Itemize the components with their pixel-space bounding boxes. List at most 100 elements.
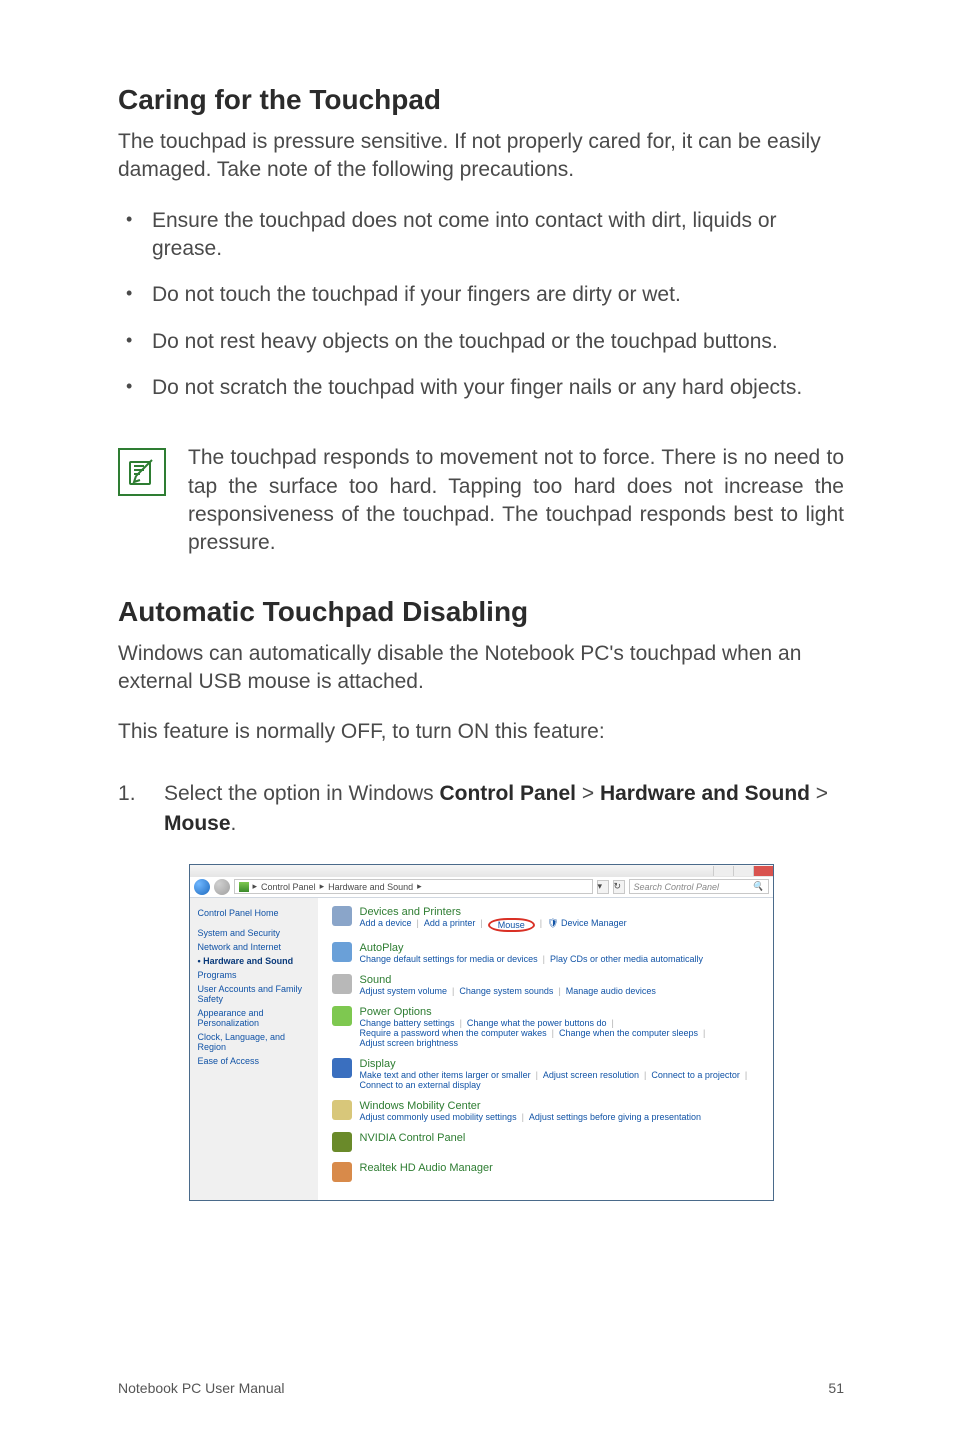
sidebar-item-programs[interactable]: Programs	[198, 968, 310, 982]
category-icon	[332, 1058, 352, 1078]
category-sublink[interactable]: Add a printer	[424, 918, 476, 932]
separator: |	[452, 986, 454, 996]
category-sublink[interactable]: Change default settings for media or dev…	[360, 954, 538, 964]
back-button[interactable]	[194, 879, 210, 895]
category-sublink[interactable]: Manage audio devices	[566, 986, 656, 996]
forward-button[interactable]	[214, 879, 230, 895]
category-icon	[332, 974, 352, 994]
breadcrumb-arrow: ▸	[320, 881, 325, 892]
sidebar-item-appearance[interactable]: Appearance and Personalization	[198, 1006, 310, 1030]
category-title[interactable]: Realtek HD Audio Manager	[360, 1162, 759, 1174]
precautions-list: Ensure the touchpad does not come into c…	[118, 207, 844, 421]
category-sublink[interactable]: Adjust settings before giving a presenta…	[529, 1112, 701, 1122]
breadcrumb-arrow: ▸	[253, 881, 258, 892]
category-title[interactable]: NVIDIA Control Panel	[360, 1132, 759, 1144]
hardware-sound-label: Hardware and Sound	[600, 782, 810, 805]
search-input[interactable]: Search Control Panel 🔍	[629, 879, 769, 894]
cp-category: Devices and PrintersAdd a device | Add a p…	[332, 906, 759, 932]
breadcrumb-seg[interactable]: Hardware and Sound	[328, 882, 413, 892]
category-icon	[332, 1100, 352, 1120]
window-titlebar	[190, 865, 773, 877]
cp-category: AutoPlayChange default settings for medi…	[332, 942, 759, 964]
category-sublink[interactable]: Change system sounds	[459, 986, 553, 996]
separator: |	[536, 1070, 538, 1080]
category-icon	[332, 1132, 352, 1152]
sidebar-item-ease-of-access[interactable]: Ease of Access	[198, 1054, 310, 1068]
control-panel-icon	[239, 882, 249, 892]
category-sublink[interactable]: Connect to a projector	[651, 1070, 740, 1080]
period: .	[231, 812, 237, 835]
category-title[interactable]: Windows Mobility Center	[360, 1100, 759, 1112]
separator: |	[552, 1028, 554, 1038]
mouse-link-highlighted[interactable]: Mouse	[488, 918, 535, 932]
sidebar-item-hardware-sound[interactable]: Hardware and Sound	[198, 954, 310, 968]
category-sublink[interactable]: 🛡 Device Manager	[547, 918, 626, 932]
list-item: Do not touch the touchpad if your finger…	[118, 281, 844, 309]
sidebar-item-user-accounts[interactable]: User Accounts and Family Safety	[198, 982, 310, 1006]
category-sublink[interactable]: Adjust commonly used mobility settings	[360, 1112, 517, 1122]
breadcrumb-seg[interactable]: Control Panel	[261, 882, 316, 892]
separator: |	[480, 918, 482, 932]
note-block: The touchpad responds to movement not to…	[118, 444, 844, 557]
category-title[interactable]: Devices and Printers	[360, 906, 759, 918]
list-item: Do not scratch the touchpad with your fi…	[118, 374, 844, 402]
separator: |	[522, 1112, 524, 1122]
category-sublink[interactable]: Change battery settings	[360, 1018, 455, 1028]
separator: |	[612, 1018, 614, 1028]
step-text: Select the option in Windows	[164, 782, 439, 805]
separator: |	[558, 986, 560, 996]
note-text: The touchpad responds to movement not to…	[188, 444, 844, 557]
close-button[interactable]	[753, 866, 773, 876]
control-panel-window: ▸ Control Panel ▸ Hardware and Sound ▸ ▾…	[189, 864, 774, 1201]
category-sublink[interactable]: Connect to an external display	[360, 1080, 481, 1090]
refresh-button[interactable]: ↻	[613, 880, 625, 894]
category-title[interactable]: Sound	[360, 974, 759, 986]
address-bar: ▸ Control Panel ▸ Hardware and Sound ▸ ▾…	[190, 877, 773, 898]
category-icon	[332, 906, 352, 926]
sidebar-item-network-internet[interactable]: Network and Internet	[198, 940, 310, 954]
auto-disable-p1: Windows can automatically disable the No…	[118, 640, 844, 697]
category-title[interactable]: AutoPlay	[360, 942, 759, 954]
list-item: Do not rest heavy objects on the touchpa…	[118, 328, 844, 356]
mouse-label: Mouse	[164, 812, 231, 835]
category-title[interactable]: Power Options	[360, 1006, 759, 1018]
auto-disable-p2: This feature is normally OFF, to turn ON…	[118, 718, 844, 746]
category-sublinks: Adjust system volume | Change system sound…	[360, 986, 759, 996]
gt: >	[810, 782, 828, 805]
category-sublink[interactable]: Change when the computer sleeps	[559, 1028, 698, 1038]
breadcrumb-arrow: ▸	[417, 881, 422, 892]
search-placeholder: Search Control Panel	[634, 882, 720, 892]
category-sublink[interactable]: Add a device	[360, 918, 412, 932]
cp-category: SoundAdjust system volume | Change system …	[332, 974, 759, 996]
category-title[interactable]: Display	[360, 1058, 759, 1070]
category-sublink[interactable]: Make text and other items larger or smal…	[360, 1070, 531, 1080]
separator: |	[543, 954, 545, 964]
category-sublink[interactable]: Play CDs or other media automatically	[550, 954, 703, 964]
path-dropdown[interactable]: ▾	[597, 880, 609, 894]
category-sublink[interactable]: Require a password when the computer wak…	[360, 1028, 547, 1038]
intro-paragraph: The touchpad is pressure sensitive. If n…	[118, 128, 844, 185]
category-sublinks: Change battery settings|Change what the …	[360, 1018, 759, 1048]
category-sublink[interactable]: Change what the power buttons do	[467, 1018, 607, 1028]
section-title-caring: Caring for the Touchpad	[118, 84, 844, 116]
category-icon	[332, 1162, 352, 1182]
search-icon: 🔍	[752, 881, 763, 892]
control-panel-label: Control Panel	[439, 782, 576, 805]
category-sublinks: Add a device | Add a printer | Mouse | 🛡 Devic…	[360, 918, 759, 932]
minimize-button[interactable]	[713, 866, 733, 876]
list-item: Ensure the touchpad does not come into c…	[118, 207, 844, 264]
separator: |	[540, 918, 542, 932]
maximize-button[interactable]	[733, 866, 753, 876]
category-sublink[interactable]: Adjust screen resolution	[543, 1070, 639, 1080]
breadcrumb[interactable]: ▸ Control Panel ▸ Hardware and Sound ▸	[234, 879, 593, 894]
category-sublink[interactable]: Adjust system volume	[360, 986, 448, 996]
note-icon	[118, 448, 166, 496]
sidebar-item-clock-language[interactable]: Clock, Language, and Region	[198, 1030, 310, 1054]
sidebar-item-system-security[interactable]: System and Security	[198, 926, 310, 940]
cp-category: Power OptionsChange battery settings|Cha…	[332, 1006, 759, 1048]
cp-category: DisplayMake text and other items larger …	[332, 1058, 759, 1090]
category-sublinks: Change default settings for media or dev…	[360, 954, 759, 964]
sidebar-item-home[interactable]: Control Panel Home	[198, 906, 310, 920]
separator: |	[417, 918, 419, 932]
category-sublink[interactable]: Adjust screen brightness	[360, 1038, 459, 1048]
